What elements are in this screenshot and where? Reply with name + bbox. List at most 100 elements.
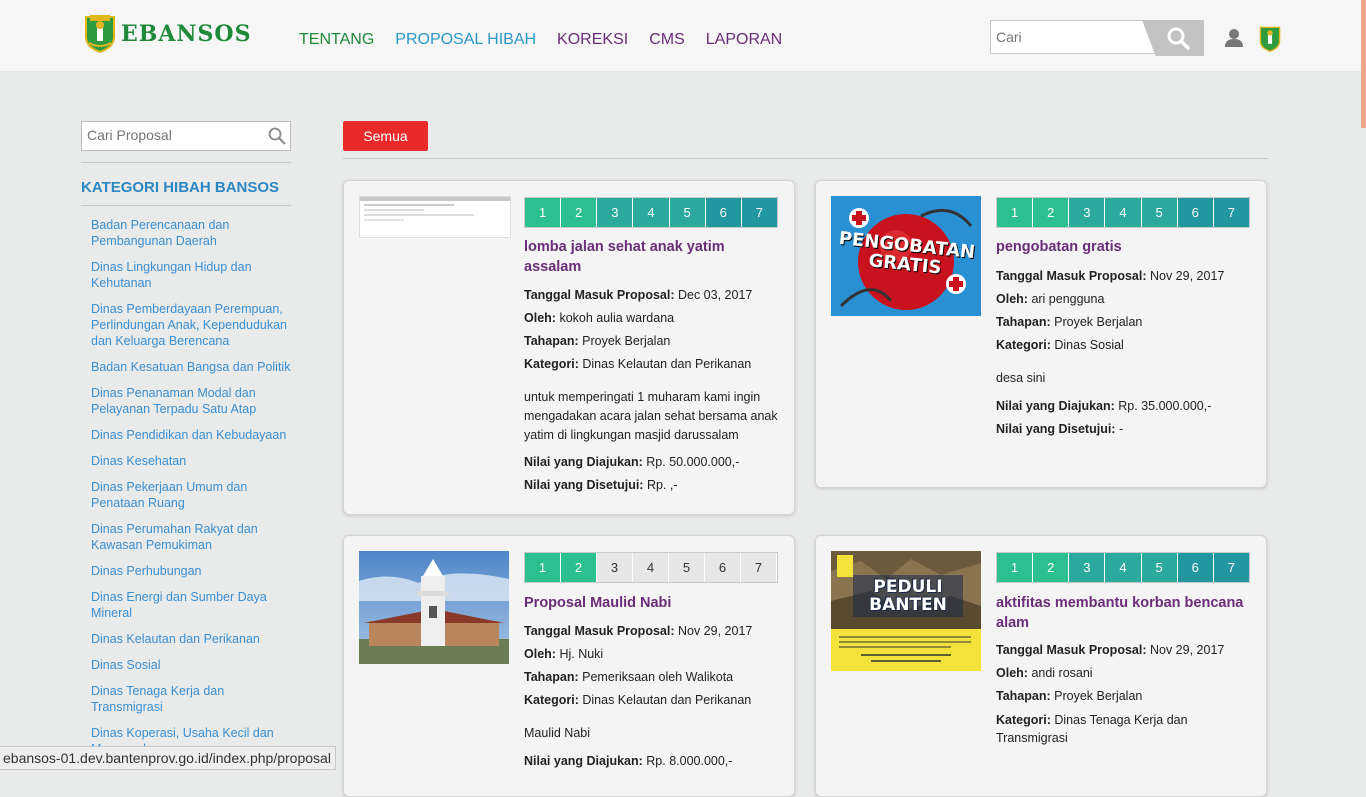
category-value: Dinas Sosial bbox=[1054, 338, 1124, 352]
top-navbar: EBANSOS TENTANG PROPOSAL HIBAH KOREKSI C… bbox=[0, 0, 1366, 72]
category-item[interactable]: Dinas Sosial bbox=[91, 657, 291, 673]
step-7: 7 bbox=[1213, 553, 1249, 582]
header-search-input[interactable] bbox=[990, 20, 1163, 54]
proposal-thumbnail[interactable] bbox=[359, 196, 511, 238]
step-1: 1 bbox=[997, 553, 1034, 582]
user-icon[interactable] bbox=[1224, 28, 1244, 48]
label: Kategori: bbox=[524, 357, 579, 371]
proposal-thumbnail[interactable]: PEDULI BANTEN bbox=[831, 551, 981, 671]
label: Tahapan: bbox=[996, 689, 1051, 703]
label: Nilai yang Diajukan: bbox=[996, 399, 1115, 413]
step-7: 7 bbox=[741, 553, 777, 582]
proposal-meta: Tanggal Masuk Proposal: Nov 29, 2017 Ole… bbox=[524, 620, 784, 712]
category-item[interactable]: Dinas Pendidikan dan Kebudayaan bbox=[91, 427, 291, 443]
sidebar: KATEGORI HIBAH BANSOS Badan Perencanaan … bbox=[81, 121, 291, 767]
author-value: kokoh aulia wardana bbox=[559, 311, 675, 325]
category-item[interactable]: Dinas Kesehatan bbox=[91, 453, 291, 469]
proposal-description: desa sini bbox=[996, 371, 1046, 385]
stage-value: Proyek Berjalan bbox=[582, 334, 671, 348]
nav-laporan[interactable]: LAPORAN bbox=[706, 31, 782, 49]
nav-koreksi[interactable]: KOREKSI bbox=[557, 31, 628, 49]
scrollbar-thumb[interactable] bbox=[1361, 0, 1366, 128]
proposal-search bbox=[81, 121, 291, 151]
step-1: 1 bbox=[997, 198, 1034, 227]
label: Tanggal Masuk Proposal: bbox=[524, 624, 675, 638]
proposal-card: 1 2 3 4 5 6 7 lomba jalan sehat anak yat… bbox=[343, 180, 795, 515]
proposal-title[interactable]: pengobatan gratis bbox=[996, 237, 1251, 257]
label: Nilai yang Diajukan: bbox=[524, 455, 643, 469]
step-7: 7 bbox=[741, 198, 777, 227]
nav-proposal-hibah[interactable]: PROPOSAL HIBAH bbox=[395, 31, 536, 49]
proposal-description: untuk memperingati 1 muharam kami ingin … bbox=[524, 390, 778, 442]
filter-all-button[interactable]: Semua bbox=[343, 121, 428, 151]
search-icon bbox=[1167, 27, 1190, 50]
proposal-meta: Tanggal Masuk Proposal: Dec 03, 2017 Ole… bbox=[524, 284, 784, 376]
step-6: 6 bbox=[705, 198, 742, 227]
label: Nilai yang Diajukan: bbox=[524, 754, 643, 768]
step-5: 5 bbox=[1141, 198, 1178, 227]
label: Oleh: bbox=[524, 311, 556, 325]
label: Nilai yang Disetujui: bbox=[524, 478, 644, 492]
progress-steps: 1 2 3 4 5 6 7 bbox=[996, 197, 1250, 228]
proposal-description: Maulid Nabi bbox=[524, 726, 591, 740]
proposal-search-input[interactable] bbox=[82, 122, 257, 148]
requested-value: Rp. 8.000.000,- bbox=[646, 754, 733, 768]
proposal-title[interactable]: Proposal Maulid Nabi bbox=[524, 593, 779, 613]
category-item[interactable]: Dinas Lingkungan Hidup dan Kehutanan bbox=[91, 259, 291, 291]
proposal-title[interactable]: aktifitas membantu korban bencana alam bbox=[996, 593, 1251, 633]
step-3: 3 bbox=[597, 553, 633, 582]
step-2: 2 bbox=[1033, 198, 1070, 227]
step-3: 3 bbox=[1069, 553, 1106, 582]
date-value: Nov 29, 2017 bbox=[677, 624, 753, 638]
step-5: 5 bbox=[1141, 553, 1178, 582]
step-6: 6 bbox=[1177, 198, 1214, 227]
category-item[interactable]: Dinas Tenaga Kerja dan Transmigrasi bbox=[91, 683, 291, 715]
nav-cms[interactable]: CMS bbox=[649, 31, 685, 49]
category-item[interactable]: Badan Kesatuan Bangsa dan Politik bbox=[91, 359, 291, 375]
date-value: Nov 29, 2017 bbox=[1149, 643, 1225, 657]
category-heading: KATEGORI HIBAH BANSOS bbox=[81, 179, 291, 206]
proposal-meta: Tanggal Masuk Proposal: Nov 29, 2017 Ole… bbox=[996, 265, 1256, 357]
label: Kategori: bbox=[996, 338, 1051, 352]
label: Oleh: bbox=[996, 292, 1028, 306]
step-2: 2 bbox=[561, 198, 598, 227]
category-item[interactable]: Dinas Kelautan dan Perikanan bbox=[91, 631, 291, 647]
category-item[interactable]: Dinas Perumahan Rakyat dan Kawasan Pemuk… bbox=[91, 521, 291, 553]
author-value: Hj. Nuki bbox=[559, 647, 604, 661]
category-list: Badan Perencanaan dan Pembangunan Daerah… bbox=[81, 217, 291, 757]
step-4: 4 bbox=[633, 198, 670, 227]
requested-value: Rp. 50.000.000,- bbox=[646, 455, 740, 469]
category-item[interactable]: Dinas Energi dan Sumber Daya Mineral bbox=[91, 589, 291, 621]
category-value: Dinas Kelautan dan Perikanan bbox=[582, 693, 752, 707]
category-item[interactable]: Dinas Pekerjaan Umum dan Penataan Ruang bbox=[91, 479, 291, 511]
nav-tentang[interactable]: TENTANG bbox=[299, 31, 374, 49]
step-1: 1 bbox=[525, 198, 562, 227]
stage-value: Pemeriksaan oleh Walikota bbox=[582, 670, 734, 684]
proposal-card: PENGOBATAN GRATIS 1 2 3 4 5 6 7 pengobat… bbox=[815, 180, 1267, 488]
label: Tahapan: bbox=[524, 670, 579, 684]
category-item[interactable]: Dinas Pemberdayaan Perempuan, Perlindung… bbox=[91, 301, 291, 349]
category-item[interactable]: Dinas Perhubungan bbox=[91, 563, 291, 579]
label: Tahapan: bbox=[996, 315, 1051, 329]
category-item[interactable]: Dinas Penanaman Modal dan Pelayanan Terp… bbox=[91, 385, 291, 417]
brand-logo-link[interactable]: EBANSOS bbox=[83, 15, 251, 53]
category-value: Dinas Kelautan dan Perikanan bbox=[582, 357, 752, 371]
proposal-thumbnail[interactable] bbox=[359, 551, 509, 664]
proposal-title[interactable]: lomba jalan sehat anak yatim assalam bbox=[524, 237, 779, 277]
step-4: 4 bbox=[633, 553, 669, 582]
progress-steps: 1 2 3 4 5 6 7 bbox=[524, 552, 778, 583]
label: Nilai yang Disetujui: bbox=[996, 422, 1116, 436]
category-item[interactable]: Badan Perencanaan dan Pembangunan Daerah bbox=[91, 217, 291, 249]
approved-value: - bbox=[1118, 422, 1124, 436]
proposal-thumbnail[interactable]: PENGOBATAN GRATIS bbox=[831, 196, 981, 316]
banten-seal-icon bbox=[85, 15, 115, 53]
search-icon[interactable] bbox=[268, 127, 286, 145]
step-2: 2 bbox=[1033, 553, 1070, 582]
label: Kategori: bbox=[524, 693, 579, 707]
label: Kategori: bbox=[996, 713, 1051, 727]
stage-value: Proyek Berjalan bbox=[1054, 689, 1143, 703]
approved-value: Rp. ,- bbox=[646, 478, 678, 492]
date-value: Dec 03, 2017 bbox=[677, 288, 753, 302]
date-value: Nov 29, 2017 bbox=[1149, 269, 1225, 283]
proposal-card: PEDULI BANTEN 1 2 3 4 5 6 7 aktifitas me… bbox=[815, 535, 1267, 797]
